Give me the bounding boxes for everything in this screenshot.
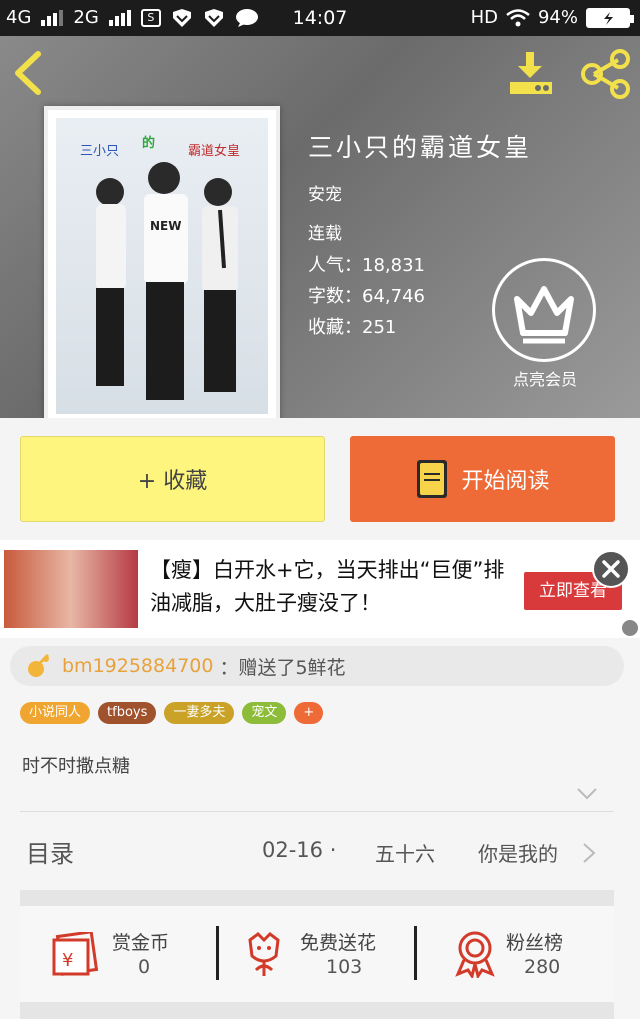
tag[interactable]: tfboys xyxy=(98,702,157,724)
popularity-value: 18,831 xyxy=(362,255,425,276)
expand-description-button[interactable] xyxy=(576,786,598,800)
book-status: 连载 xyxy=(308,224,342,244)
reward-coins-label: 赏金币 xyxy=(112,932,170,954)
flower-icon xyxy=(248,932,280,976)
hd-label: HD xyxy=(470,7,498,28)
divider xyxy=(20,811,614,812)
vip-label: 点亮会员 xyxy=(512,370,577,389)
collections-line: 收藏：251 xyxy=(308,313,396,339)
book-title: 三小只的霸道女皇 xyxy=(308,133,533,162)
start-reading-label: 开始阅读 xyxy=(461,469,550,494)
toc-update-date[interactable]: 02-16 · xyxy=(262,838,336,862)
battery-percent: 94% xyxy=(537,7,578,28)
tag-list: 小说同人 tfboys 一妻多夫 宠文 + xyxy=(20,702,324,724)
stat-separator xyxy=(414,926,417,980)
section-divider xyxy=(20,890,614,906)
ad-mark-icon xyxy=(622,620,638,636)
fan-ranking-label: 粉丝榜 xyxy=(506,932,564,954)
download-button[interactable] xyxy=(506,48,556,98)
cover-figures: NEW xyxy=(96,162,238,400)
collections-value: 251 xyxy=(362,317,397,338)
battery-icon xyxy=(586,7,634,28)
words-label: 字数： xyxy=(308,286,362,307)
tag[interactable]: 一妻多夫 xyxy=(164,702,235,724)
section-divider xyxy=(20,1002,614,1019)
ad-banner[interactable]: 【瘦】白开水+它，当天排出“巨便”排油减脂，大肚子瘦没了！ 立即查看 xyxy=(0,540,640,638)
share-icon xyxy=(581,49,630,99)
gift-user[interactable]: bm1925884700 xyxy=(62,655,213,677)
vip-button[interactable] xyxy=(492,258,596,362)
reward-coins-button[interactable]: ¥ 赏金币 0 xyxy=(50,920,220,990)
download-icon xyxy=(510,52,552,94)
toc-title[interactable]: 目录 xyxy=(26,834,74,869)
chevron-left-icon xyxy=(15,51,41,95)
cover-shirt-text: NEW xyxy=(150,219,181,233)
collections-label: 收藏： xyxy=(308,317,362,338)
send-flowers-label: 免费送花 xyxy=(300,932,377,954)
stat-separator xyxy=(216,926,219,980)
medal-icon xyxy=(455,931,495,978)
words-line: 字数：64,746 xyxy=(308,282,425,308)
toc-date-text: 02-16 xyxy=(262,838,324,862)
flower-icon xyxy=(28,653,50,677)
cover-image: 三小只 的 霸道女皇 NEW xyxy=(56,118,268,414)
stats-bar: ¥ 赏金币 0 免费送花 103 粉丝榜 280 xyxy=(20,906,614,1002)
ad-close-button[interactable] xyxy=(592,550,630,588)
add-tag-button[interactable]: + xyxy=(294,702,324,724)
book-icon xyxy=(417,460,448,498)
gift-message: ：赠送了5鲜花 xyxy=(219,656,346,679)
status-bar: 4G 2G S 14:07 HD 94% xyxy=(0,0,640,36)
reward-coins-value: 0 xyxy=(138,956,151,978)
ad-image xyxy=(4,550,138,628)
book-description: 时不时撒点糖 xyxy=(22,756,130,777)
chevron-right-icon xyxy=(583,843,596,863)
crown-icon xyxy=(514,286,574,344)
book-cover[interactable]: 三小只 的 霸道女皇 NEW xyxy=(44,106,280,418)
svg-text:¥: ¥ xyxy=(62,950,73,971)
close-icon xyxy=(602,560,620,578)
wifi-icon xyxy=(506,8,530,26)
back-button[interactable] xyxy=(10,50,50,96)
words-value: 64,746 xyxy=(362,286,425,307)
collect-label: + 收藏 xyxy=(137,469,208,494)
tag[interactable]: 宠文 xyxy=(242,702,287,724)
popularity-label: 人气： xyxy=(308,255,362,276)
action-bar: + 收藏 开始阅读 xyxy=(0,418,640,540)
book-header: 三小只 的 霸道女皇 NEW 三小只的霸道女皇 安宠 连载 人气：18,831 … xyxy=(0,36,640,418)
toc-dot: · xyxy=(329,838,337,862)
collect-button[interactable]: + 收藏 xyxy=(20,436,325,522)
toc-latest-chapter-title[interactable]: 你是我的 xyxy=(478,838,558,867)
toc-latest-chapter-number[interactable]: 五十六 xyxy=(375,838,435,867)
book-author[interactable]: 安宠 xyxy=(308,180,342,205)
gift-notice[interactable]: bm1925884700 ：赠送了5鲜花 xyxy=(10,646,624,686)
chevron-down-icon xyxy=(577,788,597,800)
ad-text: 【瘦】白开水+它，当天排出“巨便”排油减脂，大肚子瘦没了！ xyxy=(150,558,505,615)
red-envelope-icon: ¥ xyxy=(52,932,99,976)
send-flowers-value: 103 xyxy=(326,956,363,978)
popularity-line: 人气：18,831 xyxy=(308,251,425,277)
fan-ranking-button[interactable]: 粉丝榜 280 xyxy=(454,920,604,990)
tag[interactable]: 小说同人 xyxy=(20,702,91,724)
start-reading-button[interactable]: 开始阅读 xyxy=(350,436,615,522)
toc-open-button[interactable] xyxy=(582,842,596,864)
share-button[interactable] xyxy=(580,48,632,100)
send-flowers-button[interactable]: 免费送花 103 xyxy=(244,920,424,990)
fan-ranking-value: 280 xyxy=(524,956,561,978)
